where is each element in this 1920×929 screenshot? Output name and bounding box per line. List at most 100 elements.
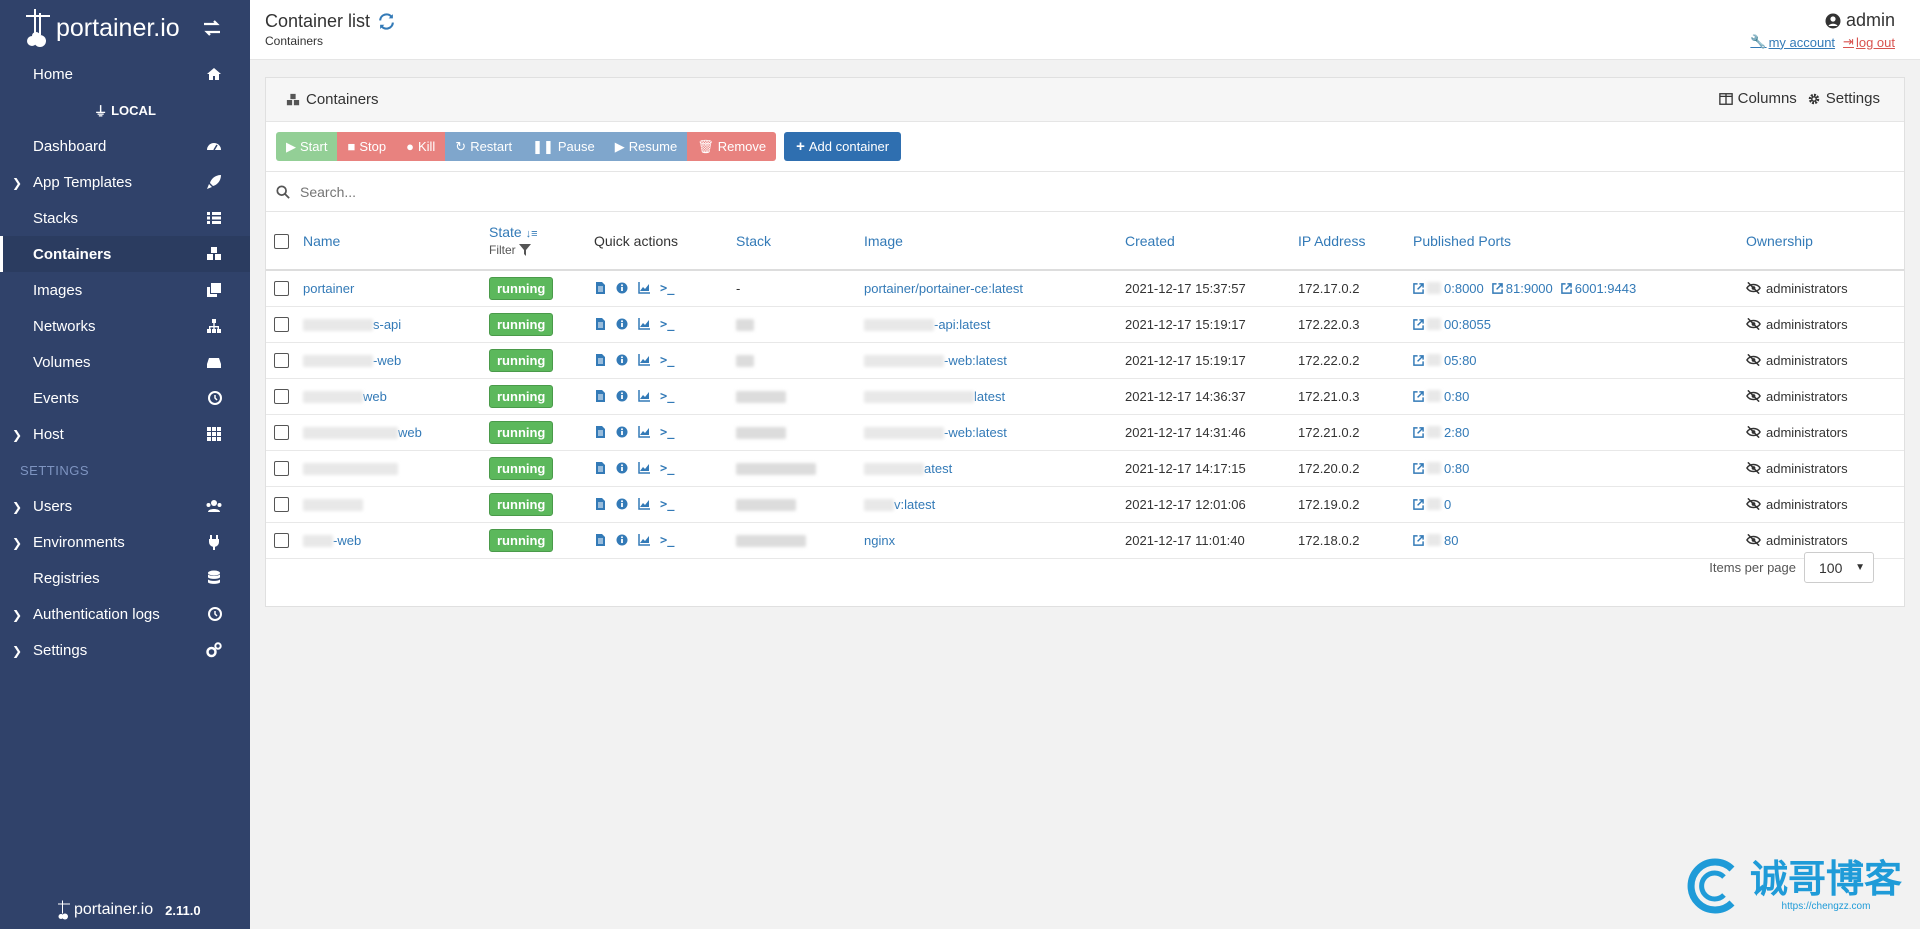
container-name-link[interactable]: portainer [303,281,354,296]
column-state[interactable]: State ↓≡ Filter [489,212,594,271]
image-link[interactable]: -web:latest [864,425,1007,440]
log-out-link[interactable]: ⇥ log out [1843,34,1895,50]
search-input[interactable] [300,183,1800,200]
pause-button[interactable]: ❚❚ Pause [522,132,605,161]
published-port-link[interactable]: 0:8000 [1413,281,1484,296]
logs-file-icon[interactable] [594,462,606,474]
console-terminal-icon[interactable]: >_ [660,389,674,403]
brand[interactable]: portainer.io [0,0,250,56]
info-circle-icon[interactable] [616,390,628,402]
published-port-link[interactable]: 80 [1413,533,1458,548]
published-port-link[interactable]: 6001:9443 [1560,281,1636,296]
info-circle-icon[interactable] [616,354,628,366]
row-checkbox[interactable] [274,281,289,297]
kill-button[interactable]: ● Kill [396,132,446,161]
published-port-link[interactable]: 0:80 [1413,461,1469,476]
stats-chart-icon[interactable] [638,318,650,330]
row-checkbox[interactable] [274,497,289,513]
row-checkbox[interactable] [274,389,289,405]
image-link[interactable]: -api:latest [864,317,990,332]
settings-button[interactable]: Settings [1807,90,1880,107]
stats-chart-icon[interactable] [638,426,650,438]
sidebar-item-containers[interactable]: Containers [0,236,250,272]
stats-chart-icon[interactable] [638,498,650,510]
sidebar-item-authentication-logs[interactable]: ❯ Authentication logs [0,596,250,632]
info-circle-icon[interactable] [616,498,628,510]
logs-file-icon[interactable] [594,498,606,510]
row-checkbox[interactable] [274,533,289,549]
row-checkbox[interactable] [274,317,289,333]
container-name-link[interactable] [303,497,363,512]
console-terminal-icon[interactable]: >_ [660,353,674,367]
column-stack[interactable]: Stack [736,212,864,271]
sidebar-item-environments[interactable]: ❯ Environments [0,524,250,560]
logs-file-icon[interactable] [594,534,606,546]
image-link[interactable]: latest [864,389,1005,404]
published-port-link[interactable]: 81:9000 [1491,281,1553,296]
container-name-link[interactable]: s-api [303,317,401,332]
stats-chart-icon[interactable] [638,354,650,366]
sidebar-item-app-templates[interactable]: ❯ App Templates [0,164,250,200]
restart-button[interactable]: ↻ Restart [445,132,523,161]
console-terminal-icon[interactable]: >_ [660,425,674,439]
stats-chart-icon[interactable] [638,462,650,474]
row-checkbox[interactable] [274,461,289,477]
info-circle-icon[interactable] [616,534,628,546]
stats-chart-icon[interactable] [638,390,650,402]
info-circle-icon[interactable] [616,282,628,294]
image-link[interactable]: nginx [864,533,895,548]
column-name[interactable]: Name [303,212,489,271]
swap-arrows-icon[interactable] [202,18,222,38]
sidebar-item-stacks[interactable]: Stacks [0,200,250,236]
refresh-icon[interactable] [378,13,395,30]
image-link[interactable]: portainer/portainer-ce:latest [864,281,1023,296]
sidebar-item-registries[interactable]: Registries [0,560,250,596]
column-created[interactable]: Created [1125,212,1298,271]
info-circle-icon[interactable] [616,318,628,330]
console-terminal-icon[interactable]: >_ [660,317,674,331]
container-name-link[interactable]: -web [303,533,361,548]
items-per-page-select[interactable]: 100 ▼ [1804,552,1874,583]
sidebar-item-volumes[interactable]: Volumes [0,344,250,380]
logs-file-icon[interactable] [594,318,606,330]
sidebar-item-host[interactable]: ❯ Host [0,416,250,452]
published-port-link[interactable]: 0:80 [1413,389,1469,404]
sidebar-item-networks[interactable]: Networks [0,308,250,344]
info-circle-icon[interactable] [616,426,628,438]
sidebar-item-settings[interactable]: ❯ Settings [0,632,250,668]
column-ip[interactable]: IP Address [1298,212,1413,271]
stop-button[interactable]: ■ Stop [337,132,397,161]
logs-file-icon[interactable] [594,354,606,366]
row-checkbox[interactable] [274,353,289,369]
logs-file-icon[interactable] [594,282,606,295]
container-name-link[interactable]: -web [303,353,401,368]
console-terminal-icon[interactable]: >_ [660,461,674,475]
published-port-link[interactable]: 00:8055 [1413,317,1491,332]
container-name-link[interactable]: web [303,389,387,404]
sidebar-item-users[interactable]: ❯ Users [0,488,250,524]
sidebar-item-images[interactable]: Images [0,272,250,308]
image-link[interactable]: -web:latest [864,353,1007,368]
container-name-link[interactable]: web [303,425,422,440]
published-port-link[interactable]: 2:80 [1413,425,1469,440]
my-account-link[interactable]: 🔧 my account [1750,34,1835,50]
column-ownership[interactable]: Ownership [1746,212,1904,271]
remove-button[interactable]: 🗑 Remove [687,132,777,161]
resume-button[interactable]: ▶ Resume [604,132,688,161]
container-name-link[interactable] [303,461,398,476]
published-port-link[interactable]: 05:80 [1413,353,1477,368]
info-circle-icon[interactable] [616,462,628,474]
sidebar-item-home[interactable]: Home [0,56,250,92]
image-link[interactable]: v:latest [864,497,935,512]
console-terminal-icon[interactable]: >_ [660,497,674,511]
console-terminal-icon[interactable]: >_ [660,281,674,295]
column-image[interactable]: Image [864,212,1125,271]
published-port-link[interactable]: 0 [1413,497,1451,512]
portainer-logo[interactable]: portainer.io [22,7,180,49]
select-all-checkbox[interactable] [274,233,289,249]
column-ports[interactable]: Published Ports [1413,212,1746,271]
console-terminal-icon[interactable]: >_ [660,533,674,547]
row-checkbox[interactable] [274,425,289,441]
add-container-button[interactable]: + Add container [784,132,902,161]
logs-file-icon[interactable] [594,390,606,402]
